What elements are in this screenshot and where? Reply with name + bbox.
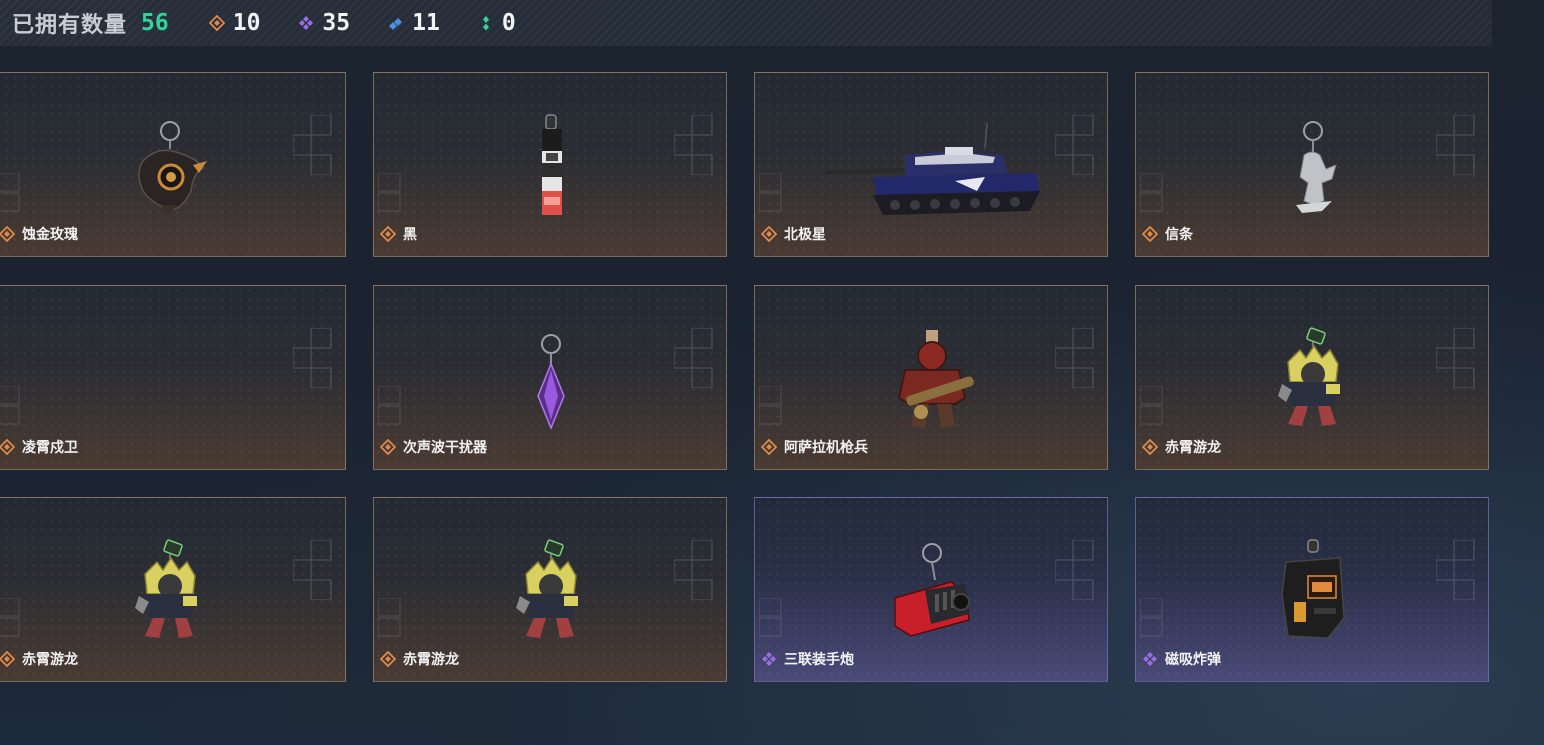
item-name: 北极星: [784, 227, 826, 243]
stat-purple-value: 35: [322, 10, 351, 36]
item-name: 蚀金玫瑰: [22, 227, 78, 243]
blue-diamond-icon: [388, 15, 404, 31]
owned-label: 已拥有数量: [12, 13, 128, 38]
item-name: 信条: [1165, 227, 1193, 243]
stat-blue[interactable]: 11: [388, 10, 440, 36]
item-card[interactable]: 赤霄游龙: [1135, 285, 1489, 470]
item-name: 次声波干扰器: [403, 440, 487, 456]
orange-diamond-icon: [0, 226, 15, 242]
item-label: 磁吸炸弹: [1142, 649, 1221, 669]
orange-diamond-icon: [208, 15, 225, 31]
item-label: 黑: [380, 224, 417, 244]
item-card[interactable]: 阿萨拉机枪兵: [754, 285, 1108, 470]
item-card[interactable]: 北极星: [754, 72, 1108, 257]
item-card[interactable]: 磁吸炸弹: [1135, 497, 1489, 682]
green-diamond-icon: [478, 15, 494, 31]
purple-diamond-icon: [761, 651, 777, 667]
item-name: 凌霄戍卫: [22, 440, 78, 456]
black-tag-image: [374, 73, 726, 256]
item-label: 次声波干扰器: [380, 437, 487, 457]
item-name: 赤霄游龙: [403, 652, 459, 668]
orange-diamond-icon: [380, 651, 396, 667]
purple-diamond-icon: [298, 15, 314, 31]
owned-count: 56: [141, 10, 169, 36]
item-label: 凌霄戍卫: [0, 437, 78, 457]
item-name: 阿萨拉机枪兵: [784, 440, 868, 456]
orange-diamond-icon: [761, 439, 777, 455]
orange-diamond-icon: [1142, 226, 1158, 242]
orange-diamond-icon: [761, 226, 777, 242]
item-card[interactable]: 信条: [1135, 72, 1489, 257]
item-label: 阿萨拉机枪兵: [761, 437, 868, 457]
item-label: 北极星: [761, 224, 826, 244]
item-card[interactable]: 三联装手炮: [754, 497, 1108, 682]
item-name: 黑: [403, 227, 417, 243]
item-card[interactable]: 黑: [373, 72, 727, 257]
item-label: 蚀金玫瑰: [0, 224, 78, 244]
item-label: 三联装手炮: [761, 649, 854, 669]
stat-blue-value: 11: [412, 10, 440, 36]
purple-diamond-icon: [1142, 651, 1158, 667]
orange-diamond-icon: [0, 651, 15, 667]
item-name: 磁吸炸弹: [1165, 652, 1221, 668]
stat-green-value: 0: [501, 10, 516, 36]
item-label: 赤霄游龙: [380, 649, 459, 669]
item-card[interactable]: 蚀金玫瑰: [0, 72, 346, 257]
item-label: 赤霄游龙: [1142, 437, 1221, 457]
item-card[interactable]: 次声波干扰器: [373, 285, 727, 470]
item-name: 赤霄游龙: [1165, 440, 1221, 456]
orange-diamond-icon: [1142, 439, 1158, 455]
stat-green[interactable]: 0: [478, 10, 516, 36]
item-name: 赤霄游龙: [22, 652, 78, 668]
item-name: 三联装手炮: [784, 652, 854, 668]
inventory-header: 已拥有数量 56 10 35 11 0: [0, 0, 1492, 46]
orange-diamond-icon: [0, 439, 15, 455]
item-card[interactable]: 凌霄戍卫: [0, 285, 346, 470]
item-label: 赤霄游龙: [0, 649, 78, 669]
stat-orange[interactable]: 10: [208, 10, 261, 36]
stat-orange-value: 10: [232, 10, 261, 36]
stat-purple[interactable]: 35: [298, 10, 350, 36]
item-card[interactable]: 赤霄游龙: [0, 497, 346, 682]
orange-diamond-icon: [380, 439, 396, 455]
item-card[interactable]: 赤霄游龙: [373, 497, 727, 682]
orange-diamond-icon: [380, 226, 396, 242]
item-label: 信条: [1142, 224, 1193, 244]
